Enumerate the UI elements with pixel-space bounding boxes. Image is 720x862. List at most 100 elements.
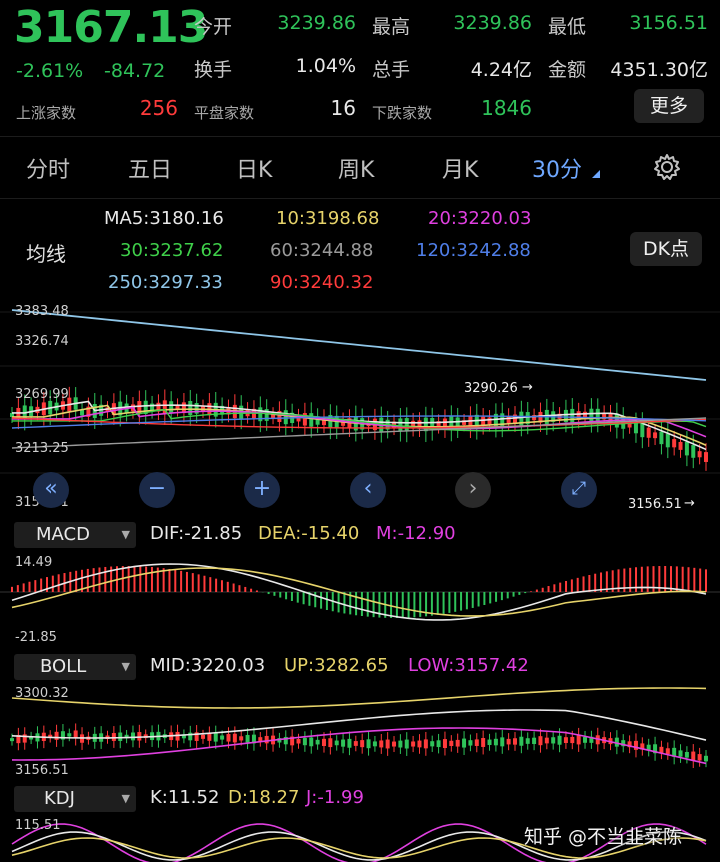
- candle-body: [366, 739, 371, 749]
- tab-daily-k[interactable]: 日K: [236, 152, 272, 184]
- candle-body: [474, 739, 479, 746]
- candle-body: [423, 417, 428, 432]
- candle-body: [583, 736, 588, 743]
- tab-monthly-k[interactable]: 月K: [442, 152, 478, 184]
- change-value: -84.72: [104, 60, 166, 82]
- more-button[interactable]: 更多: [634, 89, 704, 123]
- candle-body: [551, 737, 556, 744]
- ma120-value: 120:3242.88: [416, 240, 531, 261]
- low-arrow-icon: →: [684, 496, 695, 511]
- kdj-axis-top: 115.51: [15, 818, 61, 833]
- candle-body: [175, 731, 180, 741]
- boll-mid-line: [11, 709, 707, 741]
- high-arrow-icon: →: [522, 380, 533, 395]
- candle-body: [704, 755, 708, 762]
- candle-body: [665, 433, 670, 448]
- candle-body: [481, 738, 486, 747]
- candle-body: [525, 738, 530, 744]
- turnover-label: 换手: [194, 59, 233, 81]
- candle-body: [404, 418, 409, 432]
- low-price-marker: 3156.51: [628, 497, 682, 512]
- candle-body: [532, 737, 537, 745]
- kdj-d: D:18.27: [228, 787, 300, 808]
- scroll-right-icon[interactable]: ›: [455, 472, 491, 508]
- candle-body: [118, 732, 123, 741]
- tab-intraday[interactable]: 分时: [26, 152, 70, 184]
- boll-mid: MID:3220.03: [150, 655, 266, 676]
- candle-body: [595, 408, 600, 422]
- high-value: 3239.86: [453, 12, 532, 34]
- macd-m: M:-12.90: [376, 523, 456, 544]
- chevron-down-icon: ▼: [121, 792, 130, 805]
- candle-body: [468, 740, 473, 746]
- settings-gear-icon[interactable]: [652, 152, 682, 182]
- candle-body: [220, 735, 225, 740]
- candle-body: [245, 734, 250, 743]
- ma5-value: MA5:3180.16: [104, 208, 224, 229]
- candle-body: [398, 418, 403, 432]
- candle-body: [684, 441, 689, 456]
- ma-label[interactable]: 均线: [26, 238, 66, 267]
- candle-body: [226, 734, 231, 742]
- kdj-j: J:-1.99: [306, 787, 364, 808]
- candle-body: [404, 739, 409, 749]
- macd-dea: DEA:-15.40: [258, 523, 360, 544]
- low-label: 最低: [548, 16, 587, 38]
- candle-body: [232, 733, 237, 743]
- zoom-in-icon[interactable]: +: [244, 472, 280, 508]
- candle-body: [334, 740, 339, 746]
- macd-dif: DIF:-21.85: [150, 523, 243, 544]
- candle-body: [385, 739, 390, 749]
- macd-indicator-select[interactable]: MACD ▼: [14, 522, 136, 548]
- scroll-left-icon[interactable]: ‹: [350, 472, 386, 508]
- candle-body: [360, 740, 365, 748]
- dk-point-button[interactable]: DK点: [630, 232, 702, 266]
- candle-body: [684, 751, 689, 758]
- candle-body: [130, 732, 135, 741]
- candle-body: [449, 740, 454, 747]
- main-axis-label: 3383.48: [15, 304, 69, 319]
- tab-dropdown-icon[interactable]: [592, 170, 600, 178]
- candle-body: [570, 408, 575, 423]
- candle-body: [563, 737, 568, 744]
- zoom-out-icon[interactable]: −: [139, 472, 175, 508]
- chevron-down-icon: ▼: [121, 528, 130, 541]
- candle-body: [462, 738, 467, 748]
- main-axis-label: 3213.25: [15, 441, 69, 456]
- ma90-value: 90:3240.32: [270, 272, 374, 293]
- ma20-value: 20:3220.03: [428, 208, 532, 229]
- change-percent: -2.61%: [16, 60, 84, 82]
- candle-body: [302, 737, 307, 746]
- volume-value: 4.24亿: [470, 59, 532, 81]
- amount-label: 金额: [548, 59, 587, 81]
- tab-30min[interactable]: 30分: [532, 152, 582, 184]
- tab-weekly-k[interactable]: 周K: [338, 152, 374, 184]
- candle-body: [67, 733, 72, 737]
- kdj-indicator-select[interactable]: KDJ ▼: [14, 786, 136, 812]
- down-count: 1846: [481, 96, 532, 120]
- candle-body: [659, 431, 664, 445]
- candle-body: [691, 445, 696, 458]
- open-value: 3239.86: [277, 12, 356, 34]
- boll-indicator-select[interactable]: BOLL ▼: [14, 654, 136, 680]
- boll-low-line: [11, 727, 707, 765]
- candle-body: [213, 732, 218, 742]
- candle-body: [678, 441, 683, 450]
- candle-body: [500, 737, 505, 747]
- watermark: 知乎 @不当韭菜陈: [524, 826, 683, 848]
- candle-body: [430, 741, 435, 747]
- boll-up-line: [11, 687, 707, 709]
- candle-body: [672, 439, 677, 448]
- candle-body: [697, 754, 702, 761]
- tab-five-day[interactable]: 五日: [128, 152, 172, 184]
- candle-body: [296, 739, 301, 744]
- candle-body: [239, 736, 244, 741]
- volume-label: 总手: [372, 59, 411, 81]
- flat-count-label: 平盘家数: [194, 104, 255, 122]
- macd-chart[interactable]: [0, 552, 720, 648]
- fullscreen-icon[interactable]: ⤢: [561, 472, 597, 508]
- boll-chart[interactable]: [0, 684, 720, 780]
- high-price-marker: 3290.26: [464, 381, 518, 396]
- zoom-out-fast-icon[interactable]: «: [33, 472, 69, 508]
- candle-body: [379, 740, 384, 748]
